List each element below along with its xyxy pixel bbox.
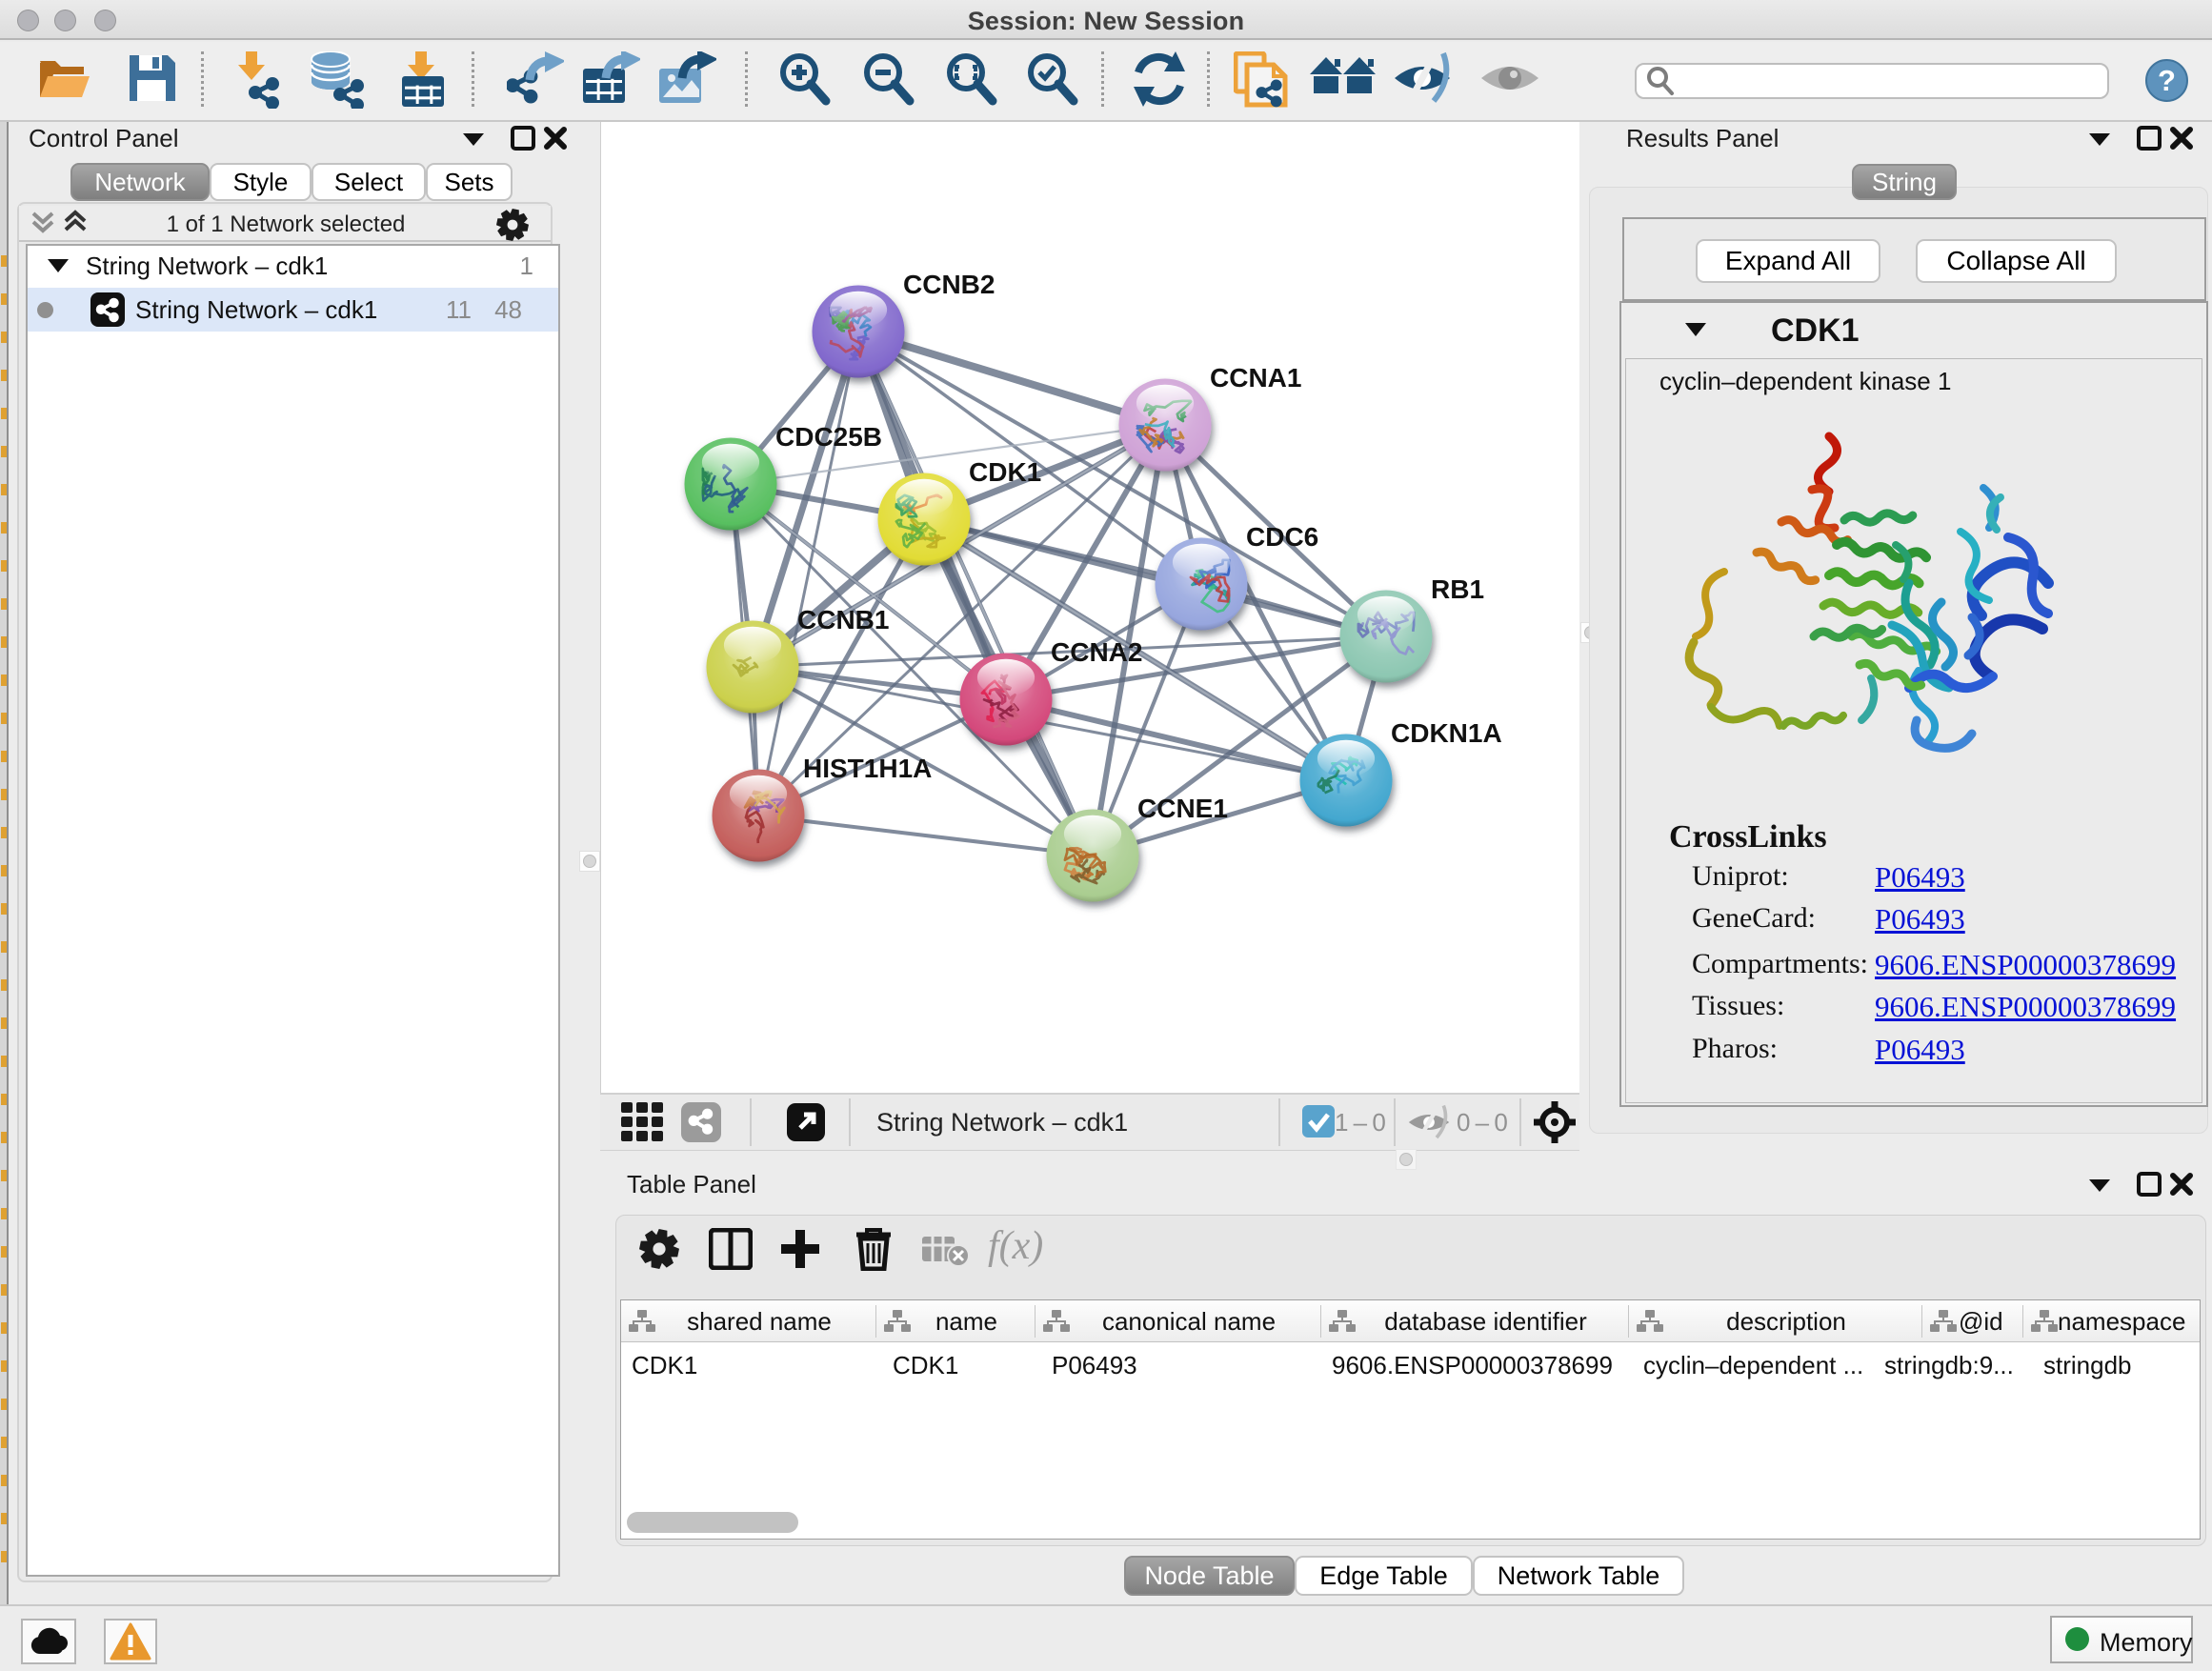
svg-text:HIST1H1A: HIST1H1A [803,754,932,783]
svg-text:CCNE1: CCNE1 [1137,794,1228,823]
svg-text:CDK1: CDK1 [969,457,1041,487]
svg-text:CCNA1: CCNA1 [1210,363,1301,393]
svg-text:CDC6: CDC6 [1246,522,1318,552]
svg-text:CDC25B: CDC25B [775,422,882,452]
svg-text:CDKN1A: CDKN1A [1391,718,1502,748]
svg-text:CCNA2: CCNA2 [1051,637,1142,667]
svg-text:RB1: RB1 [1431,574,1484,604]
svg-text:CCNB1: CCNB1 [797,605,889,634]
svg-text:CCNB2: CCNB2 [903,270,995,299]
